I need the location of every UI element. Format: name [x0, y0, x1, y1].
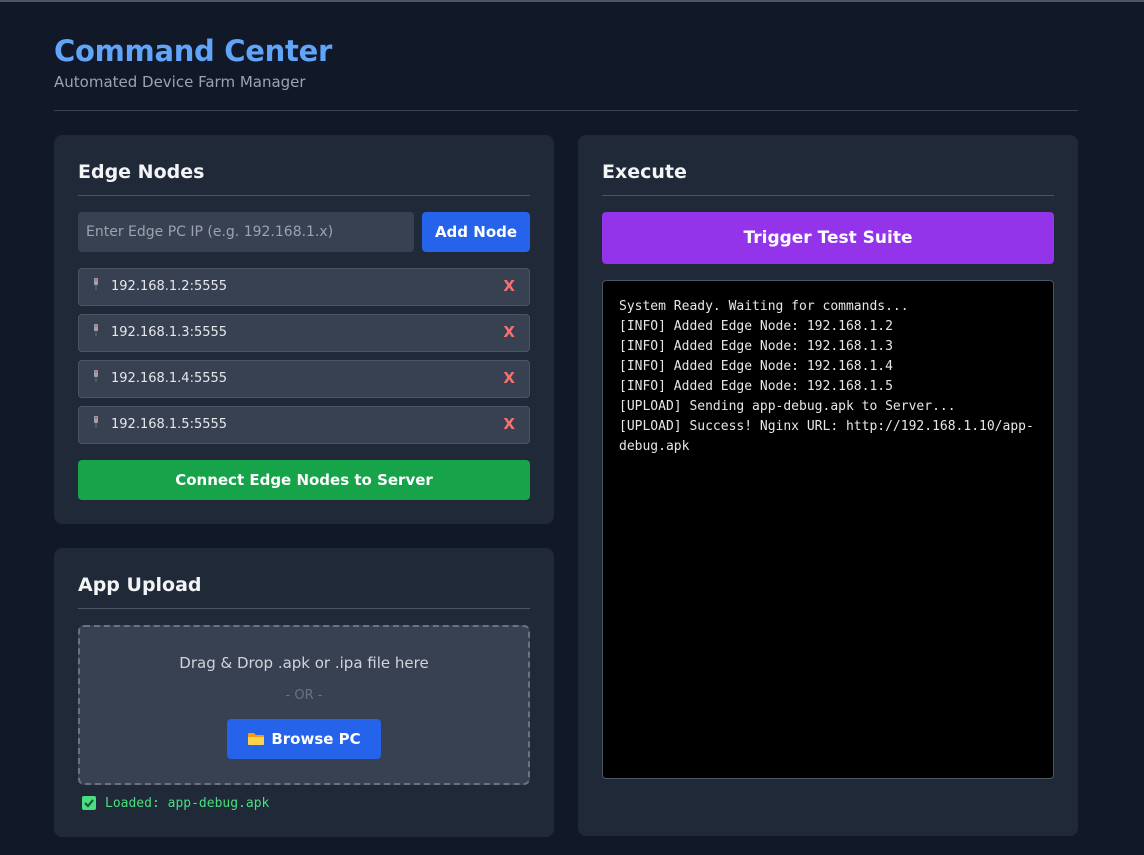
add-node-button[interactable]: Add Node: [422, 212, 530, 252]
folder-icon: [248, 733, 265, 745]
node-item: 192.168.1.3:5555 X: [78, 314, 530, 352]
remove-node-button[interactable]: X: [503, 369, 515, 387]
execute-divider: [602, 195, 1054, 196]
device-icon: [94, 278, 98, 290]
check-icon: [82, 796, 96, 810]
device-icon: [94, 324, 98, 336]
app-upload-divider: [78, 608, 530, 609]
remove-node-button[interactable]: X: [503, 277, 515, 295]
page-title: Command Center: [54, 34, 332, 68]
header-divider: [54, 110, 1078, 111]
log-line: [INFO] Added Edge Node: 192.168.1.2: [619, 319, 893, 334]
log-line: System Ready. Waiting for commands...: [619, 299, 909, 314]
execute-title: Execute: [602, 161, 687, 183]
browse-pc-label: Browse PC: [271, 730, 361, 748]
edge-nodes-title: Edge Nodes: [78, 161, 205, 183]
log-line: [UPLOAD] Success! Nginx URL: http://192.…: [619, 419, 1034, 454]
node-ip: 192.168.1.2:5555: [111, 279, 228, 294]
edge-ip-input[interactable]: [78, 212, 414, 252]
node-item: 192.168.1.5:5555 X: [78, 406, 530, 444]
app-upload-title: App Upload: [78, 574, 202, 596]
page-subtitle: Automated Device Farm Manager: [54, 73, 306, 91]
device-icon: [94, 370, 98, 382]
node-ip: 192.168.1.3:5555: [111, 325, 228, 340]
node-ip: 192.168.1.4:5555: [111, 371, 228, 386]
trigger-test-suite-button[interactable]: Trigger Test Suite: [602, 212, 1054, 264]
file-dropzone[interactable]: Drag & Drop .apk or .ipa file here - OR …: [78, 625, 530, 785]
loaded-status: Loaded: app-debug.apk: [82, 795, 269, 811]
log-line: [UPLOAD] Sending app-debug.apk to Server…: [619, 399, 956, 414]
browse-pc-button[interactable]: Browse PC: [227, 719, 381, 759]
edge-nodes-divider: [78, 195, 530, 196]
remove-node-button[interactable]: X: [503, 415, 515, 433]
node-list: 192.168.1.2:5555 X 192.168.1.3:5555 X 19…: [78, 268, 530, 452]
log-line: [INFO] Added Edge Node: 192.168.1.5: [619, 379, 893, 394]
log-console[interactable]: System Ready. Waiting for commands... [I…: [602, 280, 1054, 779]
window-top-border: [0, 0, 1144, 2]
dropzone-or: - OR -: [285, 688, 323, 703]
connect-nodes-button[interactable]: Connect Edge Nodes to Server: [78, 460, 530, 500]
remove-node-button[interactable]: X: [503, 323, 515, 341]
app-upload-panel: App Upload Drag & Drop .apk or .ipa file…: [54, 548, 554, 837]
node-item: 192.168.1.2:5555 X: [78, 268, 530, 306]
node-ip: 192.168.1.5:5555: [111, 417, 228, 432]
log-line: [INFO] Added Edge Node: 192.168.1.4: [619, 359, 893, 374]
device-icon: [94, 416, 98, 428]
node-item: 192.168.1.4:5555 X: [78, 360, 530, 398]
execute-panel: Execute Trigger Test Suite System Ready.…: [578, 135, 1078, 836]
loaded-file-text: Loaded: app-debug.apk: [105, 795, 270, 811]
log-line: [INFO] Added Edge Node: 192.168.1.3: [619, 339, 893, 354]
edge-nodes-panel: Edge Nodes Add Node 192.168.1.2:5555 X 1…: [54, 135, 554, 524]
dropzone-text: Drag & Drop .apk or .ipa file here: [179, 654, 429, 672]
